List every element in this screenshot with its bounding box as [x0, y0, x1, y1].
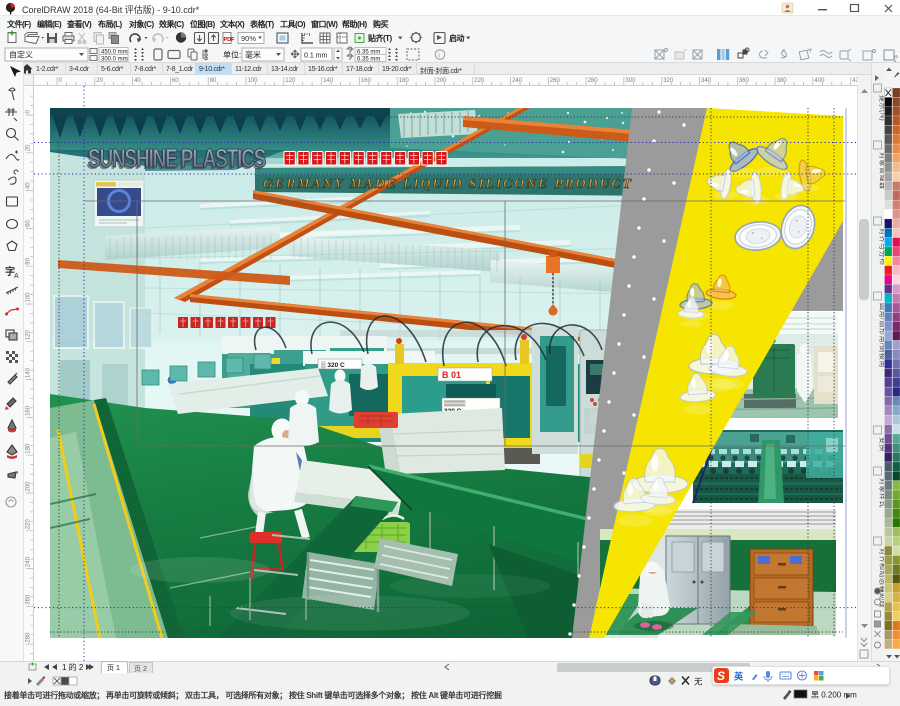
- svg-text:300: 300: [625, 78, 636, 84]
- svg-text:260: 260: [550, 78, 561, 84]
- svg-text:60: 60: [26, 220, 32, 227]
- svg-text:100: 100: [26, 292, 32, 303]
- svg-text:毫米: 毫米: [245, 50, 261, 60]
- svg-text:A: A: [14, 273, 19, 280]
- svg-text:1 的 2: 1 的 2: [62, 662, 84, 672]
- svg-text:240: 240: [512, 78, 523, 84]
- svg-text:80: 80: [26, 257, 32, 264]
- svg-text:PDF: PDF: [224, 37, 236, 43]
- svg-text:200: 200: [437, 78, 448, 84]
- svg-text:100: 100: [248, 78, 259, 84]
- svg-text:6.35 mm: 6.35 mm: [357, 56, 380, 62]
- svg-text:380: 380: [777, 78, 788, 84]
- svg-text:0: 0: [59, 78, 63, 84]
- svg-text:200: 200: [26, 481, 32, 492]
- svg-text:»: »: [893, 51, 898, 61]
- svg-text:400: 400: [814, 78, 825, 84]
- svg-text:180: 180: [26, 443, 32, 454]
- svg-text:320: 320: [663, 78, 674, 84]
- svg-text:单位:: 单位:: [223, 50, 241, 60]
- svg-text:140: 140: [323, 78, 334, 84]
- svg-text:240: 240: [26, 556, 32, 567]
- svg-text:280: 280: [26, 632, 32, 643]
- svg-text:340: 340: [701, 78, 712, 84]
- svg-text:40: 40: [26, 182, 32, 189]
- svg-text:180: 180: [399, 78, 410, 84]
- svg-text:120: 120: [26, 330, 32, 341]
- svg-text:160: 160: [361, 78, 372, 84]
- svg-text:140: 140: [26, 367, 32, 378]
- svg-text:120: 120: [285, 78, 296, 84]
- svg-text:启动: 启动: [449, 33, 464, 43]
- svg-text:自定义: 自定义: [9, 50, 33, 60]
- svg-text:S: S: [717, 669, 725, 683]
- svg-text:280: 280: [588, 78, 599, 84]
- svg-text:贴齐(T): 贴齐(T): [368, 33, 393, 43]
- svg-text:360: 360: [739, 78, 750, 84]
- svg-text:英: 英: [733, 671, 744, 682]
- svg-text:80: 80: [210, 78, 217, 84]
- svg-text:60: 60: [172, 78, 179, 84]
- svg-text:300.0 mm: 300.0 mm: [101, 56, 128, 62]
- svg-text:i: i: [438, 52, 440, 59]
- svg-text:0: 0: [26, 110, 32, 114]
- svg-text:40: 40: [134, 78, 141, 84]
- svg-text:0.1 mm: 0.1 mm: [304, 53, 328, 60]
- svg-text:20: 20: [96, 78, 103, 84]
- svg-text:220: 220: [26, 519, 32, 530]
- svg-text:无: 无: [694, 677, 703, 687]
- svg-text:20: 20: [26, 144, 32, 151]
- svg-text:260: 260: [26, 594, 32, 605]
- svg-text:90%: 90%: [241, 34, 256, 43]
- svg-text:220: 220: [474, 78, 485, 84]
- svg-text:160: 160: [26, 405, 32, 416]
